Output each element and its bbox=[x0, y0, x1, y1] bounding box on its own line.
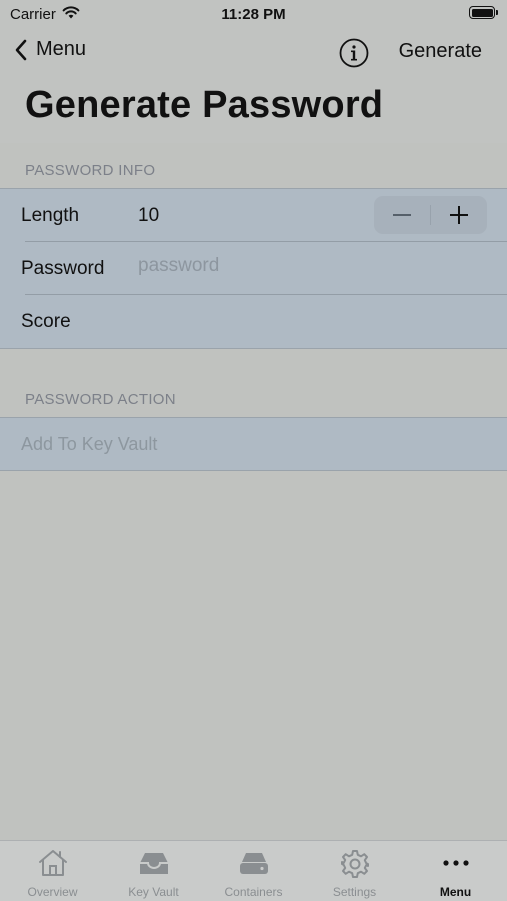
password-field[interactable] bbox=[138, 255, 478, 277]
tab-bar: Overview Key Vault Containers Settings M… bbox=[0, 840, 507, 901]
house-icon bbox=[2, 848, 103, 880]
generate-button[interactable]: Generate bbox=[399, 40, 482, 63]
plus-icon bbox=[450, 206, 468, 224]
clock: 11:28 PM bbox=[221, 6, 286, 23]
info-button[interactable] bbox=[339, 38, 369, 68]
tab-label: Containers bbox=[224, 885, 283, 899]
tray-icon bbox=[103, 848, 204, 880]
info-icon bbox=[339, 38, 369, 68]
tab-label: Key Vault bbox=[128, 885, 179, 899]
navigation-bar: Menu Generate bbox=[0, 28, 507, 78]
score-label: Score bbox=[21, 311, 71, 332]
tab-label: Settings bbox=[332, 885, 377, 899]
section-header-password-info: PASSWORD INFO bbox=[25, 162, 156, 179]
length-value: 10 bbox=[138, 205, 160, 226]
battery-icon bbox=[469, 6, 498, 19]
length-stepper[interactable] bbox=[374, 196, 487, 234]
tab-label: Menu bbox=[439, 885, 472, 899]
tab-label: Overview bbox=[27, 885, 78, 899]
minus-icon bbox=[393, 214, 411, 216]
password-info-group: Length 10 Password Score bbox=[0, 188, 507, 349]
back-label: Menu bbox=[36, 38, 87, 60]
back-button[interactable]: Menu bbox=[14, 38, 86, 61]
ellipsis-icon bbox=[405, 848, 506, 880]
length-label: Length bbox=[21, 205, 80, 226]
password-row: Password bbox=[0, 242, 507, 295]
page-title: Generate Password bbox=[25, 84, 384, 126]
status-bar: Carrier 11:28 PM bbox=[0, 0, 507, 28]
password-action-group: Add To Key Vault bbox=[0, 417, 507, 471]
increment-button[interactable] bbox=[431, 196, 487, 234]
length-row: Length 10 bbox=[0, 189, 507, 242]
section-header-password-action: PASSWORD ACTION bbox=[25, 391, 176, 408]
chevron-left-icon bbox=[15, 39, 27, 60]
add-to-key-vault-label: Add To Key Vault bbox=[21, 434, 158, 454]
tab-settings[interactable]: Settings bbox=[304, 841, 405, 901]
password-label: Password bbox=[21, 258, 105, 279]
tab-key-vault[interactable]: Key Vault bbox=[103, 841, 204, 901]
drive-icon bbox=[203, 848, 304, 880]
score-row: Score bbox=[0, 295, 507, 348]
add-to-key-vault-row[interactable]: Add To Key Vault bbox=[0, 418, 507, 470]
tab-overview[interactable]: Overview bbox=[2, 841, 103, 901]
gear-icon bbox=[304, 848, 405, 880]
decrement-button[interactable] bbox=[374, 196, 430, 234]
tab-containers[interactable]: Containers bbox=[203, 841, 304, 901]
tab-menu[interactable]: Menu bbox=[405, 841, 506, 901]
